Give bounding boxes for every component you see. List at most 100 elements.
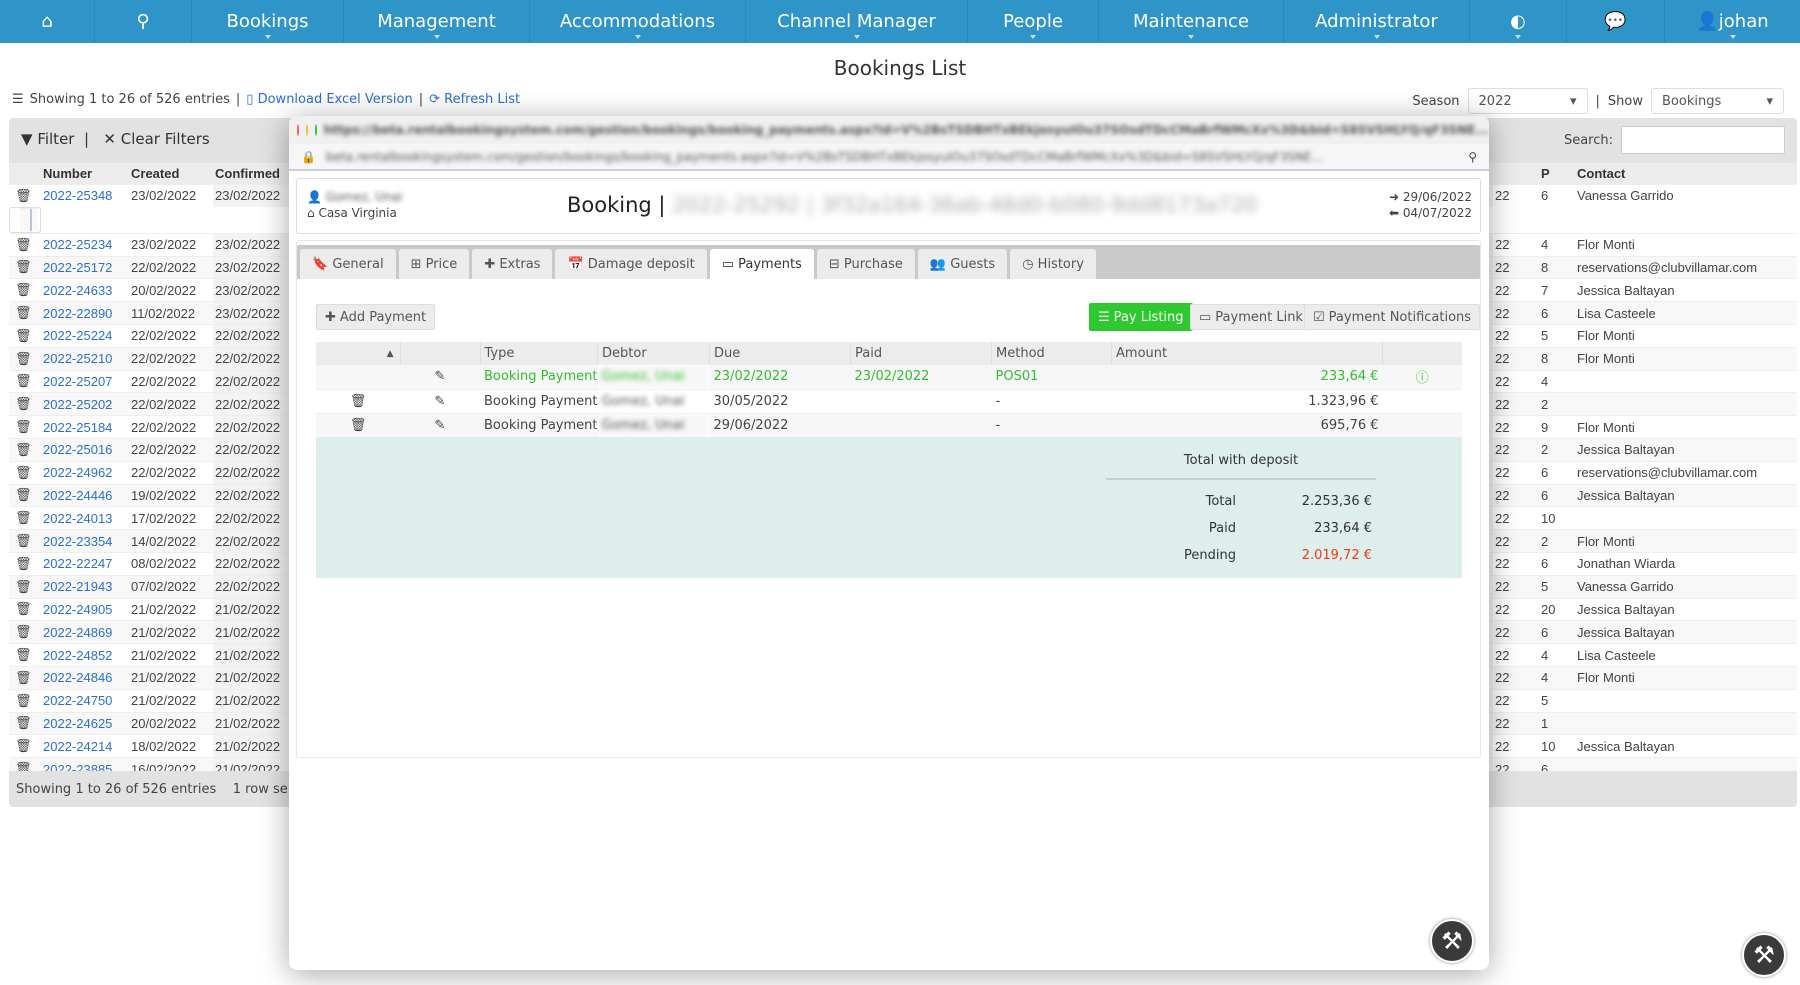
booking-number-link[interactable]: 2022-25207 (41, 369, 129, 393)
trash-icon[interactable]: 🗑 (9, 232, 41, 257)
info-icon[interactable]: ⓘ (1416, 371, 1429, 386)
booking-number-link[interactable]: 2022-22890 (41, 301, 129, 325)
trash-icon[interactable]: 🗑 (9, 483, 41, 507)
trash-icon[interactable]: 🗑 (9, 255, 41, 279)
trash-icon[interactable]: 🗑 (350, 418, 367, 433)
booking-number-link[interactable]: 2022-24013 (41, 506, 129, 530)
pencil-icon[interactable]: ✎ (400, 413, 480, 438)
filter-button[interactable]: ▼ Filter (21, 130, 74, 148)
booking-number-link[interactable]: 2022-25234 (41, 232, 129, 257)
trash-icon[interactable]: 🗑 (9, 597, 41, 621)
payment-row[interactable]: 🗑 ✎ Booking Payment Gomez, Unai 29/06/20… (316, 413, 1462, 438)
booking-number-link[interactable]: 2022-24869 (41, 620, 129, 644)
trash-icon[interactable]: 🗑 (9, 665, 41, 690)
pay-listing-button[interactable]: ☰ Pay Listing (1089, 303, 1193, 331)
tools-icon[interactable]: ⚒ (1430, 919, 1474, 963)
tab-price[interactable]: ⊞ Price (398, 249, 470, 279)
booking-number-link[interactable]: 2022-25184 (41, 415, 129, 439)
booking-number-link[interactable]: 2022-25348 (41, 183, 129, 207)
add-payment-button[interactable]: ✚ Add Payment (316, 304, 436, 330)
trash-icon[interactable]: 🗑 (9, 346, 41, 371)
close-window-button[interactable] (297, 124, 299, 136)
tab-history[interactable]: ◷ History (1010, 249, 1096, 279)
booking-number-link[interactable]: 2022-24633 (41, 278, 129, 302)
nav-bookings[interactable]: Bookings (192, 0, 344, 43)
trash-icon[interactable]: 🗑 (9, 323, 41, 348)
payment-row[interactable]: 🗑 ✎ Booking Payment Gomez, Unai 30/05/20… (316, 389, 1462, 414)
home-icon[interactable]: ⌂ (0, 0, 95, 43)
booking-number-link[interactable]: 2022-24750 (41, 688, 129, 713)
col-contact[interactable]: Contact (1575, 163, 1797, 184)
booking-number-link[interactable]: 2022-24446 (41, 483, 129, 507)
trash-icon[interactable]: 🗑 (9, 711, 41, 735)
payment-notifications-button[interactable]: ☑ Payment Notifications (1304, 304, 1481, 330)
tab-purchase[interactable]: ⊟ Purchase (816, 249, 915, 279)
pencil-icon[interactable]: ✎ (400, 365, 480, 390)
clear-filters-button[interactable]: ✕ Clear Filters (103, 130, 209, 148)
sort-icon[interactable]: ▲ (316, 342, 401, 365)
trash-icon[interactable]: 🗑 (9, 688, 41, 713)
tab-extras[interactable]: ✚ Extras (472, 249, 553, 279)
col-debtor[interactable]: Debtor (597, 342, 711, 365)
tab-payments[interactable]: ▭ Payments (709, 249, 814, 279)
trash-icon[interactable]: 🗑 (9, 301, 41, 325)
refresh-list-link[interactable]: ⟳ Refresh List (429, 92, 520, 107)
booking-number-link[interactable]: 2022-24852 (41, 643, 129, 667)
show-select[interactable]: Bookings ▾ (1651, 88, 1784, 114)
tab-guests[interactable]: 👥 Guests (917, 249, 1008, 279)
col-p[interactable]: P (1539, 163, 1575, 184)
booking-number-link[interactable]: 2022-24214 (41, 734, 129, 758)
maximize-window-button[interactable] (314, 124, 317, 136)
zoom-icon[interactable]: ⚲ (1468, 150, 1477, 164)
payment-row[interactable]: ✎ Booking Payment Gomez, Unai 23/02/2022… (316, 365, 1462, 390)
season-select[interactable]: 2022 ▾ (1467, 88, 1588, 114)
trash-icon[interactable]: 🗑 (9, 551, 41, 576)
trash-icon[interactable]: 🗑 (9, 278, 41, 302)
booking-number-link[interactable]: 2022-23354 (41, 529, 129, 553)
trash-icon[interactable]: 🗑 (9, 734, 41, 758)
booking-number-link[interactable]: 2022-25210 (41, 346, 129, 371)
address-bar[interactable]: 🔒 beta.rentalbookingsystem.com/gestion/b… (289, 144, 1489, 171)
minimize-window-button[interactable] (305, 124, 308, 136)
booking-number-link[interactable]: 2022-22247 (41, 551, 129, 576)
trash-icon[interactable]: 🗑 (9, 392, 41, 416)
payment-link-button[interactable]: ▭ Payment Link (1190, 304, 1312, 330)
trash-icon[interactable]: 🗑 (9, 415, 41, 439)
nav-management[interactable]: Management (344, 0, 530, 43)
trash-icon[interactable]: 🗑 (9, 460, 41, 485)
nav-accommodations[interactable]: Accommodations (530, 0, 746, 43)
support-icon[interactable]: ◐ (1470, 0, 1567, 43)
col-method[interactable]: Method (991, 342, 1113, 365)
col-type[interactable]: Type (480, 342, 599, 365)
booking-number-link[interactable]: 2022-25172 (41, 255, 129, 279)
col-number[interactable]: Number (41, 163, 129, 184)
pencil-icon[interactable]: ✎ (400, 389, 480, 414)
nav-maintenance[interactable]: Maintenance (1099, 0, 1284, 43)
trash-icon[interactable]: 🗑 (350, 394, 367, 409)
search-icon[interactable]: ⚲ (95, 0, 192, 43)
trash-icon[interactable]: 🗑 (9, 643, 41, 667)
download-excel-link[interactable]: ▯ Download Excel Version (246, 92, 412, 107)
table-row[interactable]: 🗑 2022-25292 23/02/2022 23/02/2022 22 10… (9, 206, 41, 233)
nav-people[interactable]: People (968, 0, 1099, 43)
trash-icon[interactable]: 🗑 (9, 529, 41, 553)
booking-number-link[interactable]: 2022-25016 (41, 437, 129, 462)
col-created[interactable]: Created (129, 163, 213, 184)
booking-number-link[interactable]: 2022-21943 (41, 574, 129, 599)
trash-icon[interactable]: 🗑 (9, 574, 41, 599)
booking-number-link[interactable]: 2022-25224 (41, 323, 129, 348)
tools-icon[interactable]: ⚒ (1742, 933, 1786, 977)
col-amount[interactable]: Amount (1111, 342, 1384, 365)
col-due[interactable]: Due (709, 342, 852, 365)
trash-icon[interactable]: 🗑 (9, 183, 41, 207)
search-input[interactable] (1621, 126, 1785, 154)
booking-number-link[interactable]: 2022-24905 (41, 597, 129, 621)
booking-number-link[interactable]: 2022-24962 (41, 460, 129, 485)
nav-channel-manager[interactable]: Channel Manager (746, 0, 968, 43)
tab-damage-deposit[interactable]: 📅 Damage deposit (555, 249, 707, 279)
trash-icon[interactable]: 🗑 (9, 506, 41, 530)
tab-general[interactable]: 🔖 General (300, 249, 396, 279)
booking-number-link[interactable]: 2022-25202 (41, 392, 129, 416)
nav-administrator[interactable]: Administrator (1284, 0, 1470, 43)
trash-icon[interactable]: 🗑 (9, 369, 41, 393)
